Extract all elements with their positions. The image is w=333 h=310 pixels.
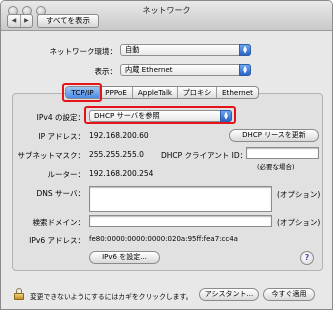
subnet-value: 255.255.255.0 — [89, 150, 144, 159]
router-label: ルーター： — [47, 170, 86, 179]
ipv6-address-value: fe80:0000:0000:0000:020a:95ff:fea7:cc4a — [89, 235, 238, 243]
search-domains-optional-note: (オプション) — [277, 218, 321, 227]
router-value: 192.168.200.254 — [89, 169, 154, 178]
popup-arrows-icon: ▲ ▼ — [239, 64, 251, 76]
help-icon[interactable]: ? — [300, 251, 314, 265]
dns-label: DNS サーバ： — [36, 189, 85, 198]
subnet-label: サブネットマスク： — [17, 151, 86, 160]
configure-ipv6-button[interactable]: IPv6 を設定... — [89, 251, 160, 264]
dns-optional-note: (オプション) — [277, 190, 321, 199]
ipv6-address-label: IPv6 アドレス： — [29, 236, 85, 245]
dns-servers-field[interactable] — [89, 186, 272, 212]
preferences-window: ネットワーク ◀ ▶ すべてを表示 ネットワーク環境： 自動 ▲ ▼ 表示： 内蔵… — [0, 0, 333, 310]
show-popup[interactable]: 内蔵 Ethernet ▲ ▼ — [120, 64, 251, 76]
forward-arrow-icon[interactable]: ▶ — [19, 15, 32, 27]
assistant-button[interactable]: アシスタント... — [199, 288, 259, 301]
ipv4-label: IPv4 の設定： — [36, 113, 85, 122]
show-all-button[interactable]: すべてを表示 — [37, 14, 99, 28]
ip-address-label: IP アドレス： — [38, 132, 85, 141]
client-id-label: DHCP クライアント ID： — [161, 151, 248, 160]
location-label: ネットワーク環境： — [49, 47, 118, 56]
back-arrow-icon[interactable]: ◀ — [8, 15, 20, 27]
tab-proxies[interactable]: プロキシ — [177, 87, 216, 98]
search-domains-label: 検索ドメイン： — [32, 218, 86, 227]
renew-dhcp-button[interactable]: DHCP リースを更新 — [229, 129, 319, 142]
tab-pppoe[interactable]: PPPoE — [99, 87, 132, 98]
lock-icon[interactable] — [14, 288, 24, 300]
tab-appletalk[interactable]: AppleTalk — [132, 87, 177, 98]
ipv4-popup-highlight — [84, 106, 236, 124]
tab-ethernet[interactable]: Ethernet — [216, 87, 258, 98]
tcpip-tab-highlight — [62, 83, 102, 102]
location-popup[interactable]: 自動 ▲ ▼ — [120, 44, 251, 56]
client-id-field[interactable] — [246, 147, 319, 159]
apply-now-button[interactable]: 今すぐ適用 — [263, 288, 315, 301]
lock-text: 変更できないようにするにはカギをクリックします。 — [30, 293, 193, 301]
ip-address-value: 192.168.200.60 — [89, 131, 149, 140]
client-id-hint: (必要な場合) — [257, 163, 295, 171]
show-value: 内蔵 Ethernet — [125, 65, 173, 74]
search-domains-field[interactable] — [89, 215, 272, 227]
show-label: 表示： — [94, 67, 118, 76]
popup-arrows-icon: ▲ ▼ — [239, 44, 251, 56]
location-value: 自動 — [125, 45, 140, 54]
nav-buttons: ◀ ▶ — [7, 14, 33, 28]
